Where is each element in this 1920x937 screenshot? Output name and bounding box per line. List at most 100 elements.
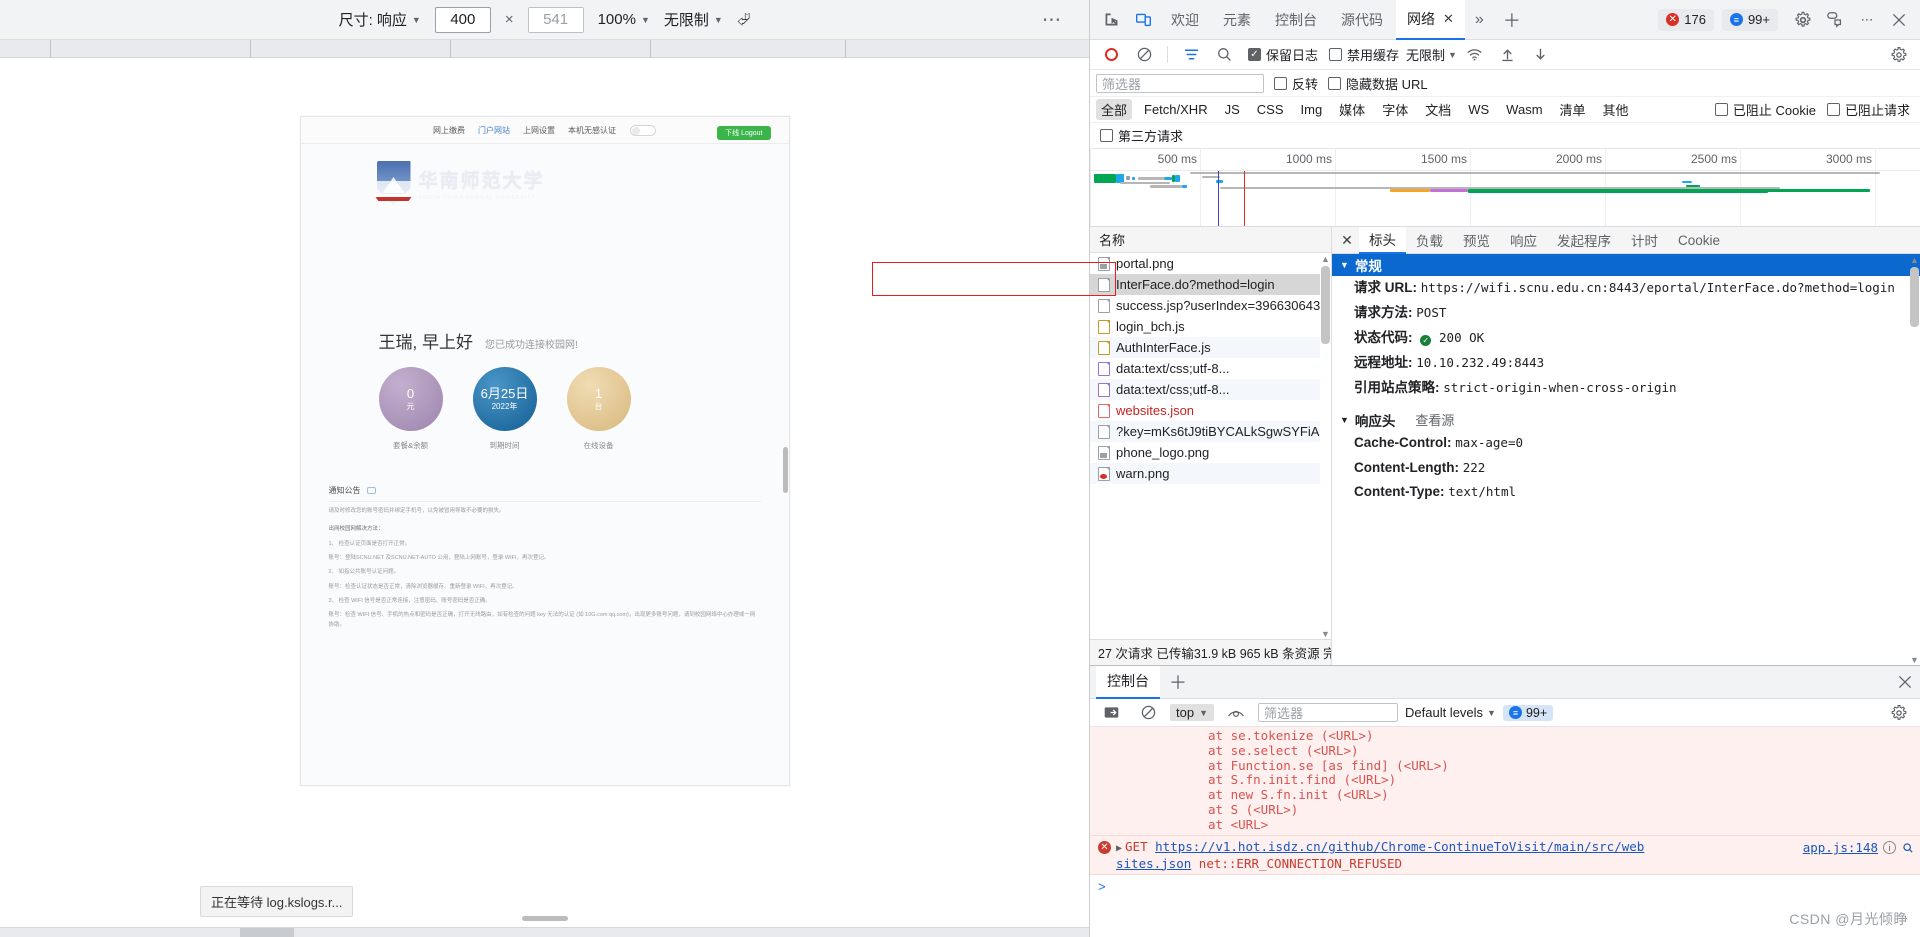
tab-sources[interactable]: 源代码 — [1330, 0, 1394, 40]
device-more-options-icon[interactable]: ⋯ — [1042, 8, 1063, 31]
close-icon[interactable] — [1884, 5, 1914, 35]
chevron-down-icon[interactable]: ▼ — [1448, 50, 1457, 60]
console-network-error-message[interactable]: ✕ ▶ GET https://v1.hot.isdz.cn/github/Chr… — [1090, 836, 1920, 876]
tab-elements[interactable]: 元素 — [1212, 0, 1262, 40]
close-detail-icon[interactable]: ✕ — [1335, 232, 1359, 249]
add-console-plus-icon[interactable]: ＋ — [1160, 669, 1196, 695]
table-row[interactable]: login_bch.js — [1090, 316, 1331, 337]
table-row[interactable]: warn.png — [1090, 463, 1331, 484]
table-row[interactable]: InterFace.do?method=login — [1090, 274, 1331, 295]
expand-triangle-icon[interactable]: ▶ — [1116, 843, 1122, 854]
drawer-tab-console[interactable]: 控制台 — [1096, 665, 1160, 699]
view-source-link[interactable]: 查看源 — [1415, 410, 1454, 429]
tab-welcome[interactable]: 欢迎 — [1160, 0, 1210, 40]
network-filter-input[interactable]: 筛选器 — [1096, 73, 1264, 93]
export-har-icon[interactable] — [1526, 40, 1556, 70]
request-detail-scroll[interactable]: ▼ 常规 请求 URL: https://wifi.scnu.edu.cn:84… — [1332, 254, 1920, 665]
feedback-icon[interactable] — [1820, 5, 1850, 35]
nav-link-auto-auth[interactable]: 本机无感认证 — [568, 125, 616, 136]
console-message-count-badge[interactable]: ≡ 99+ — [1502, 704, 1554, 721]
table-row[interactable]: data:text/css;utf-8... — [1090, 358, 1331, 379]
tab-network[interactable]: 网络 ✕ — [1396, 0, 1465, 40]
clear-console-icon[interactable] — [1133, 698, 1163, 728]
detail-tab-initiator[interactable]: 发起程序 — [1547, 227, 1621, 254]
live-expression-icon[interactable] — [1221, 698, 1251, 728]
console-message-list[interactable]: at se.tokenize (<URL>) at se.select (<UR… — [1090, 727, 1920, 937]
table-row[interactable]: success.jsp?userIndex=39663064396 — [1090, 295, 1331, 316]
record-stop-icon[interactable] — [1096, 40, 1126, 70]
logout-button[interactable]: 下线 Logout — [717, 126, 771, 140]
third-party-checkbox[interactable]: 第三方请求 — [1100, 126, 1183, 145]
type-filter-css[interactable]: CSS — [1252, 101, 1289, 118]
error-url-line1[interactable]: https://v1.hot.isdz.cn/github/Chrome-Con… — [1155, 839, 1644, 854]
type-filter-doc[interactable]: 文档 — [1420, 99, 1456, 120]
detail-tab-preview[interactable]: 预览 — [1453, 227, 1500, 254]
info-icon[interactable]: i — [1883, 841, 1896, 855]
table-row[interactable]: portal.png — [1090, 253, 1331, 274]
table-row[interactable]: AuthInterFace.js — [1090, 337, 1331, 358]
rotate-device-icon[interactable]: ⮰ — [737, 10, 751, 30]
response-headers-section-header[interactable]: ▼ 响应头 查看源 — [1332, 409, 1920, 431]
detail-tab-headers[interactable]: 标头 — [1359, 226, 1406, 254]
type-filter-js[interactable]: JS — [1220, 101, 1245, 118]
type-filter-all[interactable]: 全部 — [1096, 99, 1133, 120]
hide-data-url-checkbox[interactable]: 隐藏数据 URL — [1328, 74, 1428, 93]
console-sidebar-icon[interactable] — [1096, 698, 1126, 728]
filter-icon[interactable] — [1176, 40, 1206, 70]
type-filter-other[interactable]: 其他 — [1598, 99, 1634, 120]
request-list-column-header[interactable]: 名称 — [1090, 227, 1331, 253]
device-throttle-selector[interactable]: 无限制 ▼ — [664, 9, 723, 30]
console-context-selector[interactable]: top ▼ — [1170, 704, 1214, 721]
type-filter-ws[interactable]: WS — [1463, 101, 1494, 118]
clear-network-log-icon[interactable] — [1129, 40, 1159, 70]
search-icon[interactable] — [1901, 841, 1914, 854]
console-settings-gear-icon[interactable] — [1884, 698, 1914, 728]
type-filter-img[interactable]: Img — [1296, 101, 1328, 118]
disable-cache-checkbox[interactable]: 禁用缓存 — [1329, 45, 1399, 64]
detail-tab-payload[interactable]: 负载 — [1406, 227, 1453, 254]
type-filter-wasm[interactable]: Wasm — [1501, 101, 1547, 118]
auto-auth-toggle[interactable] — [630, 124, 656, 136]
close-icon[interactable]: ✕ — [1443, 11, 1454, 27]
nav-link-network-settings[interactable]: 上网设置 — [523, 125, 555, 136]
network-conditions-icon[interactable] — [1460, 40, 1490, 70]
type-filter-manifest[interactable]: 清单 — [1555, 99, 1591, 120]
type-filter-media[interactable]: 媒体 — [1334, 99, 1370, 120]
add-panel-plus-icon[interactable]: ＋ — [1494, 7, 1530, 33]
error-source-link[interactable]: app.js:148 — [1803, 840, 1878, 855]
gear-icon[interactable] — [1788, 5, 1818, 35]
network-throttle-selector[interactable]: 无限制 — [1406, 45, 1445, 64]
detail-tab-cookies[interactable]: Cookie — [1668, 227, 1730, 254]
page-vertical-scrollbar[interactable] — [782, 447, 788, 493]
table-row[interactable]: websites.json — [1090, 400, 1331, 421]
more-options-icon[interactable]: ⋯ — [1852, 5, 1882, 35]
detail-tab-timing[interactable]: 计时 — [1621, 227, 1668, 254]
error-url-line2[interactable]: sites.json — [1116, 856, 1191, 871]
nav-link-portal-site[interactable]: 门户网站 — [478, 125, 510, 136]
detail-tab-response[interactable]: 响应 — [1500, 227, 1547, 254]
table-row[interactable]: ?key=mKs6tJ9tiBYCALkSgwSYFiA5NV — [1090, 421, 1331, 442]
search-icon[interactable] — [1209, 40, 1239, 70]
request-list-scroll[interactable]: portal.png InterFace.do?method=login suc… — [1090, 253, 1331, 639]
type-filter-font[interactable]: 字体 — [1377, 99, 1413, 120]
network-overview-timeline[interactable]: 500 ms 1000 ms 1500 ms 2000 ms 2500 ms 3… — [1090, 149, 1920, 227]
invert-checkbox[interactable]: 反转 — [1274, 74, 1318, 93]
request-list-scrollbar[interactable]: ▲ ▼ — [1320, 253, 1331, 639]
close-drawer-icon[interactable] — [1890, 667, 1920, 697]
inspect-element-icon[interactable] — [1096, 5, 1126, 35]
nav-link-online-payment[interactable]: 网上缴费 — [433, 125, 465, 136]
tab-console[interactable]: 控制台 — [1264, 0, 1328, 40]
page-horizontal-scrollbar[interactable] — [521, 916, 568, 921]
more-tabs-chevron-icon[interactable]: » — [1467, 11, 1492, 29]
device-width-input[interactable]: 400 — [434, 6, 491, 33]
zoom-selector[interactable]: 100% ▼ — [598, 11, 650, 28]
error-count-badge[interactable]: ✕ 176 — [1658, 8, 1714, 31]
console-prompt[interactable]: > — [1090, 875, 1920, 898]
general-section-header[interactable]: ▼ 常规 — [1332, 254, 1920, 276]
console-levels-selector[interactable]: Default levels ▼ — [1405, 705, 1496, 720]
blocked-requests-checkbox[interactable]: 已阻止请求 — [1826, 100, 1910, 119]
import-har-icon[interactable] — [1493, 40, 1523, 70]
device-height-input[interactable]: 541 — [527, 6, 584, 33]
detail-scrollbar[interactable]: ▲ ▼ — [1909, 254, 1920, 665]
console-filter-input[interactable]: 筛选器 — [1258, 703, 1398, 722]
